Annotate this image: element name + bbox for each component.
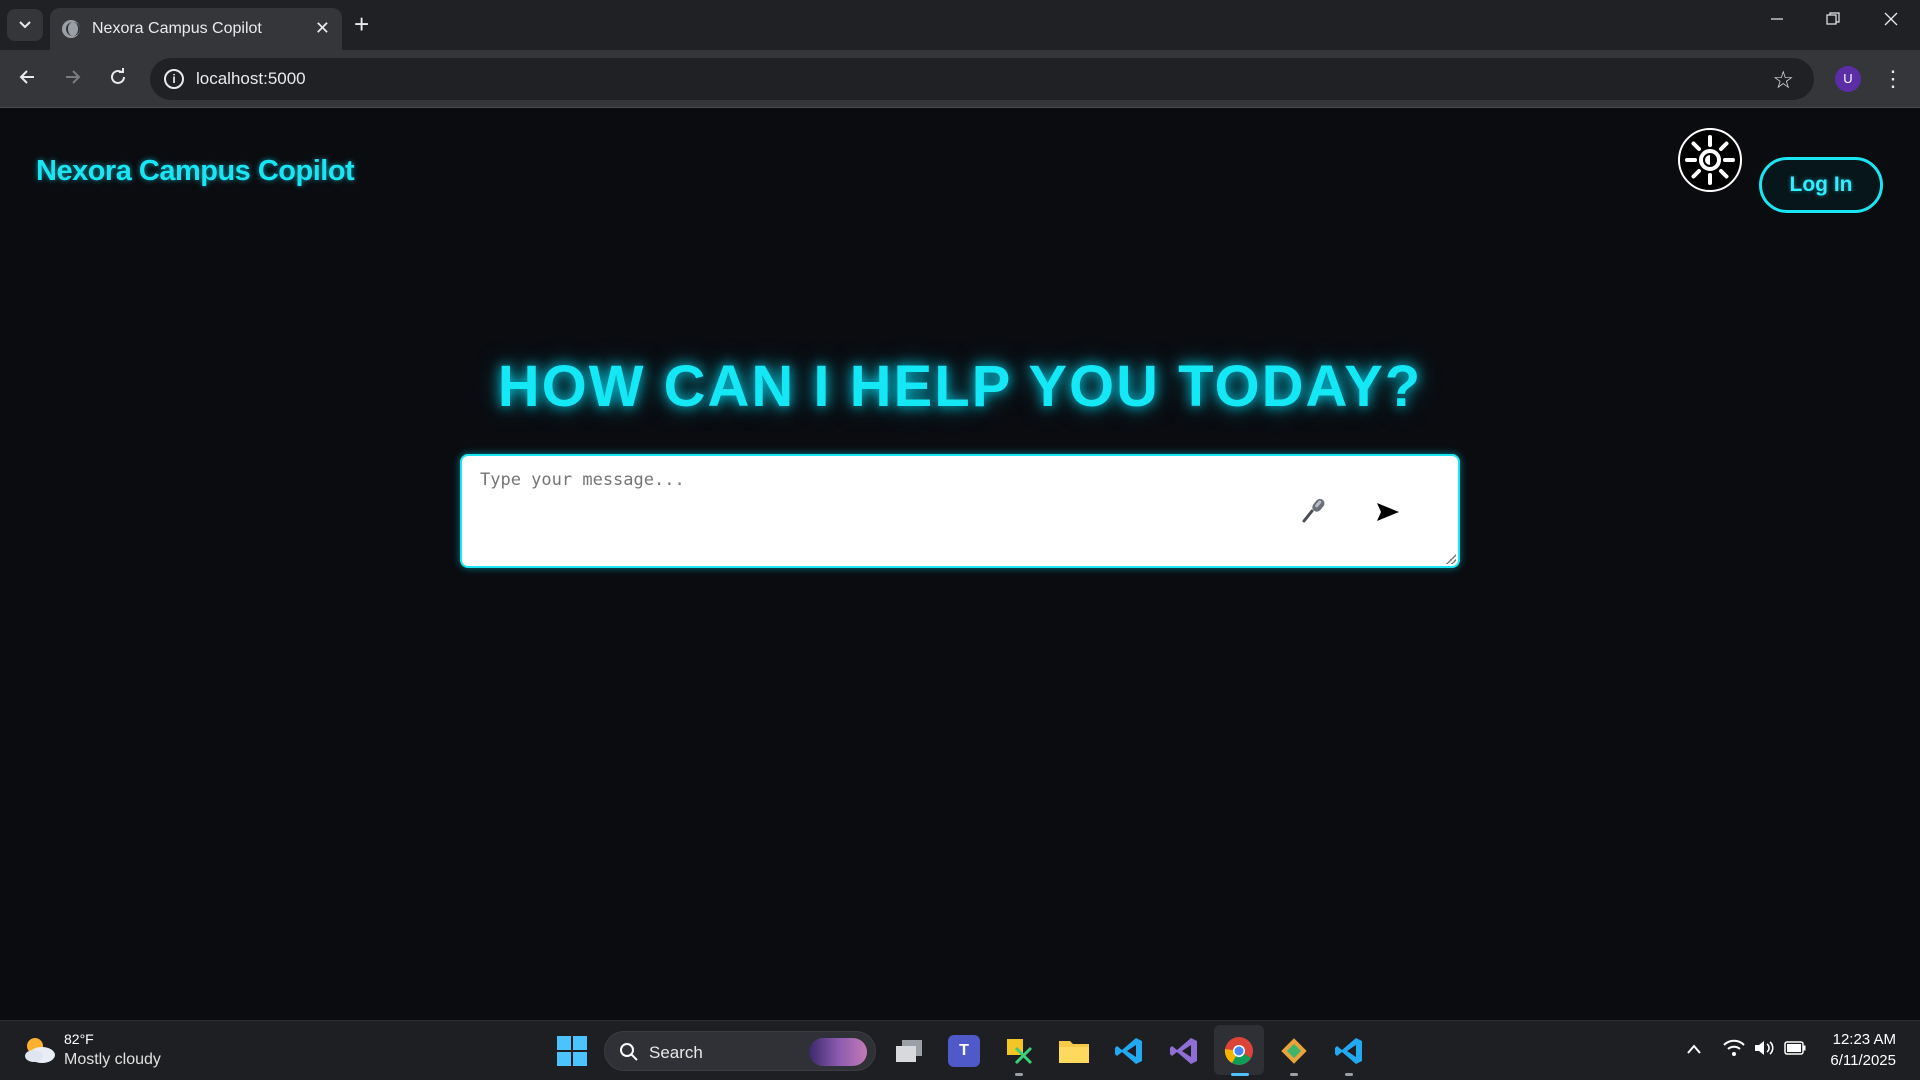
minimize-button[interactable] (1762, 10, 1792, 31)
running-indicator (1290, 1073, 1298, 1076)
profile-avatar[interactable]: U (1835, 66, 1861, 92)
arrow-left-icon (19, 70, 34, 84)
more-menu-icon[interactable]: ⋮ (1882, 64, 1904, 94)
restore-icon (1826, 12, 1840, 25)
send-arrow-icon (1377, 503, 1399, 521)
url-text[interactable]: localhost:5000 (196, 69, 306, 89)
vscode-icon[interactable] (1113, 1035, 1145, 1067)
send-button[interactable] (1368, 492, 1408, 532)
windows-taskbar: 82°F Mostly cloudy Search T 12:23 AM 6/1… (0, 1020, 1920, 1080)
minimize-icon (1771, 18, 1783, 20)
browser-toolbar: i localhost:5000 ☆ U ⋮ (0, 50, 1920, 108)
bookmark-star-icon[interactable]: ☆ (1772, 66, 1794, 95)
weather-description[interactable]: Mostly cloudy (64, 1051, 161, 1069)
sun-icon (1685, 135, 1735, 185)
chat-input-container (460, 454, 1460, 568)
brand-title[interactable]: Nexora Campus Copilot (36, 155, 355, 188)
volume-icon[interactable] (1753, 1039, 1775, 1062)
restore-button[interactable] (1818, 10, 1848, 31)
browser-tab-strip: Nexora Campus Copilot ✕ + (0, 0, 1920, 50)
search-highlight-image (809, 1038, 867, 1066)
taskbar-search[interactable]: Search (604, 1031, 876, 1071)
forward-button[interactable] (58, 64, 88, 94)
windows-logo-icon (557, 1036, 571, 1050)
clock-time[interactable]: 12:23 AM (1820, 1031, 1896, 1048)
message-input[interactable] (480, 470, 1300, 550)
back-button[interactable] (12, 64, 42, 94)
reload-icon (111, 68, 125, 84)
running-indicator (1345, 1073, 1353, 1076)
search-icon (620, 1043, 638, 1061)
globe-icon (62, 20, 80, 38)
task-view-icon[interactable] (893, 1035, 925, 1067)
file-explorer-icon[interactable] (1058, 1035, 1090, 1067)
weather-temperature[interactable]: 82°F (64, 1031, 94, 1047)
site-info-icon[interactable]: i (164, 69, 184, 89)
visual-studio-icon[interactable] (1168, 1035, 1200, 1067)
teams-icon[interactable]: T (948, 1035, 980, 1067)
chrome-icon[interactable] (1223, 1035, 1255, 1067)
start-button[interactable] (557, 1036, 587, 1066)
login-button[interactable]: Log In (1759, 157, 1883, 213)
browser-tab[interactable]: Nexora Campus Copilot ✕ (50, 8, 342, 50)
vscode-icon-2[interactable] (1333, 1035, 1365, 1067)
wifi-icon[interactable] (1723, 1039, 1745, 1062)
show-hidden-icons-button[interactable] (1686, 1039, 1702, 1060)
reload-button[interactable] (103, 64, 133, 94)
weather-cloudy-icon[interactable] (22, 1034, 56, 1064)
battery-icon[interactable] (1784, 1039, 1806, 1060)
new-tab-button[interactable]: + (354, 11, 369, 37)
microphone-button[interactable] (1294, 490, 1334, 530)
arrow-right-icon (66, 70, 81, 84)
search-label: Search (649, 1043, 703, 1062)
textarea-resize-handle[interactable] (1446, 554, 1456, 564)
running-indicator (1015, 1073, 1023, 1076)
hero-heading: HOW CAN I HELP YOU TODAY? (497, 354, 1423, 419)
close-icon (1884, 12, 1898, 26)
chevron-down-icon (19, 21, 31, 29)
theme-toggle-button[interactable] (1678, 128, 1742, 192)
tab-search-button[interactable] (7, 9, 43, 41)
active-indicator (1231, 1073, 1249, 1076)
close-window-button[interactable] (1876, 10, 1906, 31)
clock-date[interactable]: 6/11/2025 (1820, 1052, 1896, 1069)
tab-title: Nexora Campus Copilot (92, 20, 262, 37)
tab-close-icon[interactable]: ✕ (315, 19, 330, 37)
chevron-up-icon (1687, 1044, 1701, 1054)
address-bar[interactable]: i localhost:5000 ☆ (150, 58, 1814, 100)
snipping-tool-icon[interactable] (1003, 1035, 1035, 1067)
git-icon[interactable] (1278, 1035, 1310, 1067)
app-page: Nexora Campus Copilot Log In HOW CAN I H… (0, 109, 1920, 1020)
microphone-icon (1302, 498, 1325, 523)
